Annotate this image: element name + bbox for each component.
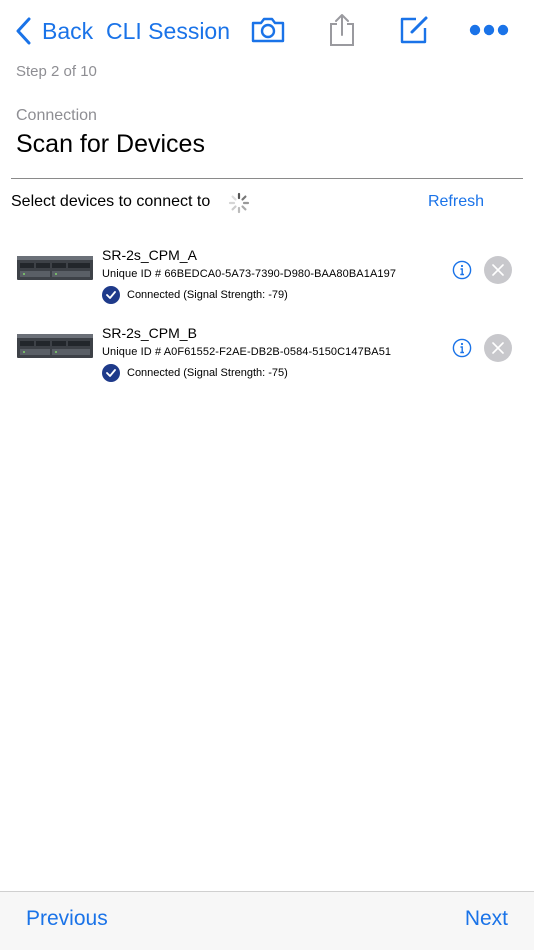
info-icon[interactable] bbox=[452, 260, 472, 280]
device-list-item[interactable]: SR-2s_CPM_B Unique ID # A0F61552-F2AE-DB… bbox=[0, 318, 534, 388]
share-icon bbox=[330, 14, 354, 46]
device-status: Connected (Signal Strength: -75) bbox=[102, 364, 288, 382]
device-name: SR-2s_CPM_B bbox=[102, 325, 197, 341]
check-circle-icon bbox=[102, 364, 120, 382]
remove-device-button[interactable] bbox=[484, 334, 512, 362]
page-title: Scan for Devices bbox=[16, 130, 205, 158]
camera-button[interactable] bbox=[246, 10, 290, 50]
device-unique-id: Unique ID # 66BEDCA0-5A73-7390-D980-BAA8… bbox=[102, 268, 397, 280]
router-device-image bbox=[17, 334, 93, 358]
router-device-image bbox=[17, 256, 93, 280]
close-icon bbox=[492, 264, 504, 276]
nav-title: CLI Session bbox=[106, 18, 231, 44]
device-status-text: Connected (Signal Strength: -79) bbox=[127, 289, 288, 301]
close-icon bbox=[492, 342, 504, 354]
remove-device-button[interactable] bbox=[484, 256, 512, 284]
device-status-text: Connected (Signal Strength: -75) bbox=[127, 367, 288, 379]
step-indicator: Step 2 of 10 bbox=[16, 63, 97, 80]
previous-button[interactable]: Previous bbox=[26, 907, 108, 931]
more-icon bbox=[469, 24, 509, 36]
check-circle-icon bbox=[102, 286, 120, 304]
device-unique-id: Unique ID # A0F61552-F2AE-DB2B-0584-5150… bbox=[102, 346, 392, 358]
select-devices-row: Select devices to connect to Refresh bbox=[11, 190, 523, 216]
select-devices-label: Select devices to connect to bbox=[11, 193, 211, 210]
back-button[interactable]: Back bbox=[14, 14, 93, 48]
device-status: Connected (Signal Strength: -79) bbox=[102, 286, 288, 304]
bottom-toolbar: Previous Next bbox=[0, 891, 534, 950]
navigation-bar: Back CLI Session bbox=[0, 0, 534, 60]
info-icon[interactable] bbox=[452, 338, 472, 358]
divider bbox=[11, 178, 523, 179]
next-button[interactable]: Next bbox=[465, 907, 508, 931]
chevron-left-icon bbox=[16, 17, 31, 45]
share-button[interactable] bbox=[320, 10, 364, 50]
compose-icon bbox=[400, 16, 428, 44]
device-name: SR-2s_CPM_A bbox=[102, 247, 197, 263]
camera-icon bbox=[251, 17, 285, 43]
section-label: Connection bbox=[16, 107, 97, 124]
back-label: Back bbox=[42, 17, 94, 44]
device-list-item[interactable]: SR-2s_CPM_A Unique ID # 66BEDCA0-5A73-73… bbox=[0, 240, 534, 310]
more-button[interactable] bbox=[464, 10, 514, 50]
loading-spinner-icon bbox=[228, 192, 250, 214]
compose-button[interactable] bbox=[392, 10, 436, 50]
refresh-button[interactable]: Refresh bbox=[428, 193, 484, 211]
